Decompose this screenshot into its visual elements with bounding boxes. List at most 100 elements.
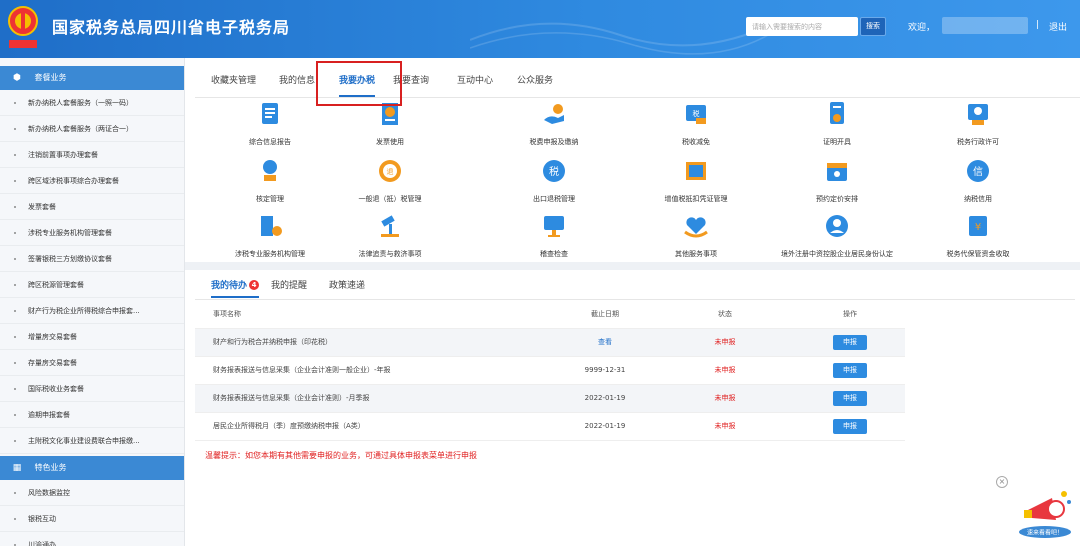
sidebar-item[interactable]: 财产行为税企业所得税综合申报套...	[0, 298, 184, 324]
function-label: 一般退（抵）税管理	[358, 195, 422, 203]
action-cell: 申报	[795, 384, 905, 413]
logout-link[interactable]: 退出	[1049, 20, 1067, 33]
function-item[interactable]: 退一般退（抵）税管理	[315, 157, 465, 207]
header-decoration	[470, 22, 770, 55]
function-item[interactable]: 稽查检查	[479, 212, 629, 262]
sidebar-item[interactable]: 增量房交易套餐	[0, 324, 184, 350]
table-row: 居民企业所得税月（季）度预缴纳税申报（A类） 2022-01-19 未申报 申报	[195, 412, 905, 441]
function-item[interactable]: 其他服务事项	[621, 212, 771, 262]
username-redacted	[942, 17, 1028, 34]
svg-text:退: 退	[387, 167, 394, 176]
function-label: 证明开具	[823, 138, 851, 146]
mascot-label: 速来看看吧！	[1027, 529, 1063, 537]
sidebar-item[interactable]: 国际税收业务套餐	[0, 376, 184, 402]
sidebar-item[interactable]: 跨区税源管理套餐	[0, 272, 184, 298]
declare-button[interactable]: 申报	[833, 362, 867, 378]
function-item[interactable]: 证明开具	[762, 100, 912, 150]
sidebar-item[interactable]: 风险数据监控	[0, 480, 184, 506]
site-title: 国家税务总局四川省电子税务局	[52, 18, 291, 37]
sidebar-item[interactable]: 新办纳税人套餐服务（一照一码）	[0, 90, 184, 116]
deadline-cell[interactable]: 查看	[555, 328, 655, 357]
tab-top-0[interactable]: 收藏夹管理	[211, 66, 256, 98]
sidebar-item[interactable]: 主附税文化事业建设费联合申报缴...	[0, 428, 184, 454]
function-item[interactable]: ¥ 税务代保管资金收取	[903, 212, 1053, 262]
function-label: 税务代保管资金收取	[946, 250, 1010, 258]
sidebar-package-list: 新办纳税人套餐服务（一照一码） 新办纳税人套餐服务（两证合一） 注销前置事项办理套餐…	[0, 90, 184, 454]
item-name-cell: 财务报表报送与信息采集（企业会计准则一般企业）-年报	[195, 356, 555, 385]
function-item[interactable]: 发票使用	[315, 100, 465, 150]
megaphone-icon[interactable]: 速来看看吧！	[1014, 480, 1076, 542]
tab-my-reminders[interactable]: 我的提醒	[271, 278, 307, 291]
action-cell: 申报	[795, 356, 905, 385]
gavel-icon	[381, 215, 399, 237]
section-divider	[185, 262, 1080, 270]
function-item[interactable]: 增值税抵扣凭证管理	[621, 157, 771, 207]
tab-my-todo[interactable]: 我的待办 4	[211, 278, 260, 298]
sidebar-item[interactable]: 跨区域涉税事项综合办理套餐	[0, 168, 184, 194]
item-name-cell: 居民企业所得税月（季）度预缴纳税申报（A类）	[195, 412, 555, 441]
declare-button[interactable]: 申报	[833, 334, 867, 350]
sidebar-item[interactable]: 逾期申报套餐	[0, 402, 184, 428]
function-item[interactable]: 税费申报及缴纳	[479, 100, 629, 150]
status-cell: 未申报	[655, 384, 795, 413]
tab-top-5[interactable]: 公众服务	[517, 66, 553, 98]
sidebar-item[interactable]: 银税互动	[0, 506, 184, 532]
declare-button[interactable]: 申报	[833, 390, 867, 406]
tax-refund-icon: 退	[379, 160, 401, 182]
tax-emblem-logo	[8, 6, 38, 48]
sidebar-item[interactable]: 存量房交易套餐	[0, 350, 184, 376]
sidebar-item[interactable]: 川渝通办	[0, 532, 184, 546]
header-separator: |	[1036, 20, 1040, 30]
item-name-cell: 财务报表报送与信息采集（企业会计准则）-月季报	[195, 384, 555, 413]
calendar-icon	[827, 163, 847, 181]
todo-panel: 我的待办 4 我的提醒 政策速递 事项名称 截止日期 状态 操作 财产和行为税合并…	[195, 272, 1075, 461]
sidebar-section-title: 套餐业务	[34, 73, 67, 82]
function-label: 预约定价安排	[816, 195, 858, 203]
function-item[interactable]: 信纳税信用	[903, 157, 1053, 207]
function-label: 出口退税管理	[533, 195, 575, 203]
tab-policy-news[interactable]: 政策速递	[329, 278, 365, 291]
function-item[interactable]: 税出口退税管理	[479, 157, 629, 207]
tab-top-4[interactable]: 互动中心	[457, 66, 493, 98]
sidebar-item[interactable]: 发票套餐	[0, 194, 184, 220]
function-item[interactable]: 法律追责与救济事项	[315, 212, 465, 262]
function-item[interactable]: 预约定价安排	[762, 157, 912, 207]
todo-tab-bar: 我的待办 4 我的提醒 政策速递	[195, 272, 1075, 300]
tab-top-1[interactable]: 我的信息	[279, 66, 315, 98]
declare-button[interactable]: 申报	[833, 418, 867, 434]
function-label: 税收减免	[682, 138, 710, 146]
sidebar-item[interactable]: 注销前置事项办理套餐	[0, 142, 184, 168]
svg-text:信: 信	[973, 166, 983, 178]
sidebar-section-special[interactable]: ▦ 特色业务	[0, 456, 184, 480]
close-icon[interactable]: ×	[996, 476, 1008, 488]
function-grid: 综合信息报告 发票使用 税费申报及缴纳税税收减免 证明开具 税务行政许可 核定管理退一般退…	[195, 100, 1080, 260]
sidebar-section-package[interactable]: ⬢ 套餐业务	[0, 66, 184, 90]
function-item[interactable]: 税务行政许可	[903, 100, 1053, 150]
action-cell: 申报	[795, 412, 905, 441]
table-header-row: 事项名称 截止日期 状态 操作	[195, 300, 905, 329]
search-button[interactable]: 搜索	[860, 17, 886, 36]
svg-text:税: 税	[549, 165, 559, 178]
col-header-status: 状态	[655, 300, 795, 329]
todo-count-badge: 4	[249, 280, 260, 290]
report-icon	[262, 103, 278, 124]
function-item[interactable]: 税税收减免	[621, 100, 771, 150]
table-row: 财务报表报送与信息采集（企业会计准则一般企业）-年报 9999-12-31 未申报 申…	[195, 356, 905, 385]
todo-table: 事项名称 截止日期 状态 操作 财产和行为税合并纳税申报（印花税） 查看 未申报 申报…	[195, 300, 905, 441]
sidebar-special-list: 风险数据监控 银税互动 川渝通办	[0, 480, 184, 546]
table-row: 财产和行为税合并纳税申报（印花税） 查看 未申报 申报	[195, 328, 905, 357]
table-row: 财务报表报送与信息采集（企业会计准则）-月季报 2022-01-19 未申报 申报	[195, 384, 905, 413]
welcome-text: 欢迎，	[908, 23, 936, 33]
status-cell: 未申报	[655, 412, 795, 441]
agency-icon	[261, 216, 282, 236]
sidebar-item[interactable]: 新办纳税人套餐服务（两证合一）	[0, 116, 184, 142]
function-label: 税费申报及缴纳	[529, 138, 579, 146]
sidebar-item[interactable]: 涉税专业服务机构管理套餐	[0, 220, 184, 246]
search-input[interactable]	[746, 17, 858, 36]
export-refund-icon: 税	[543, 160, 565, 182]
function-label: 境外注册中资控股企业居民身份认定	[781, 250, 893, 258]
sidebar-item[interactable]: 签署银税三方划缴协议套餐	[0, 246, 184, 272]
col-header-item: 事项名称	[195, 300, 555, 329]
function-item[interactable]: 境外注册中资控股企业居民身份认定	[762, 212, 912, 262]
tab-label: 我的待办	[211, 281, 248, 291]
